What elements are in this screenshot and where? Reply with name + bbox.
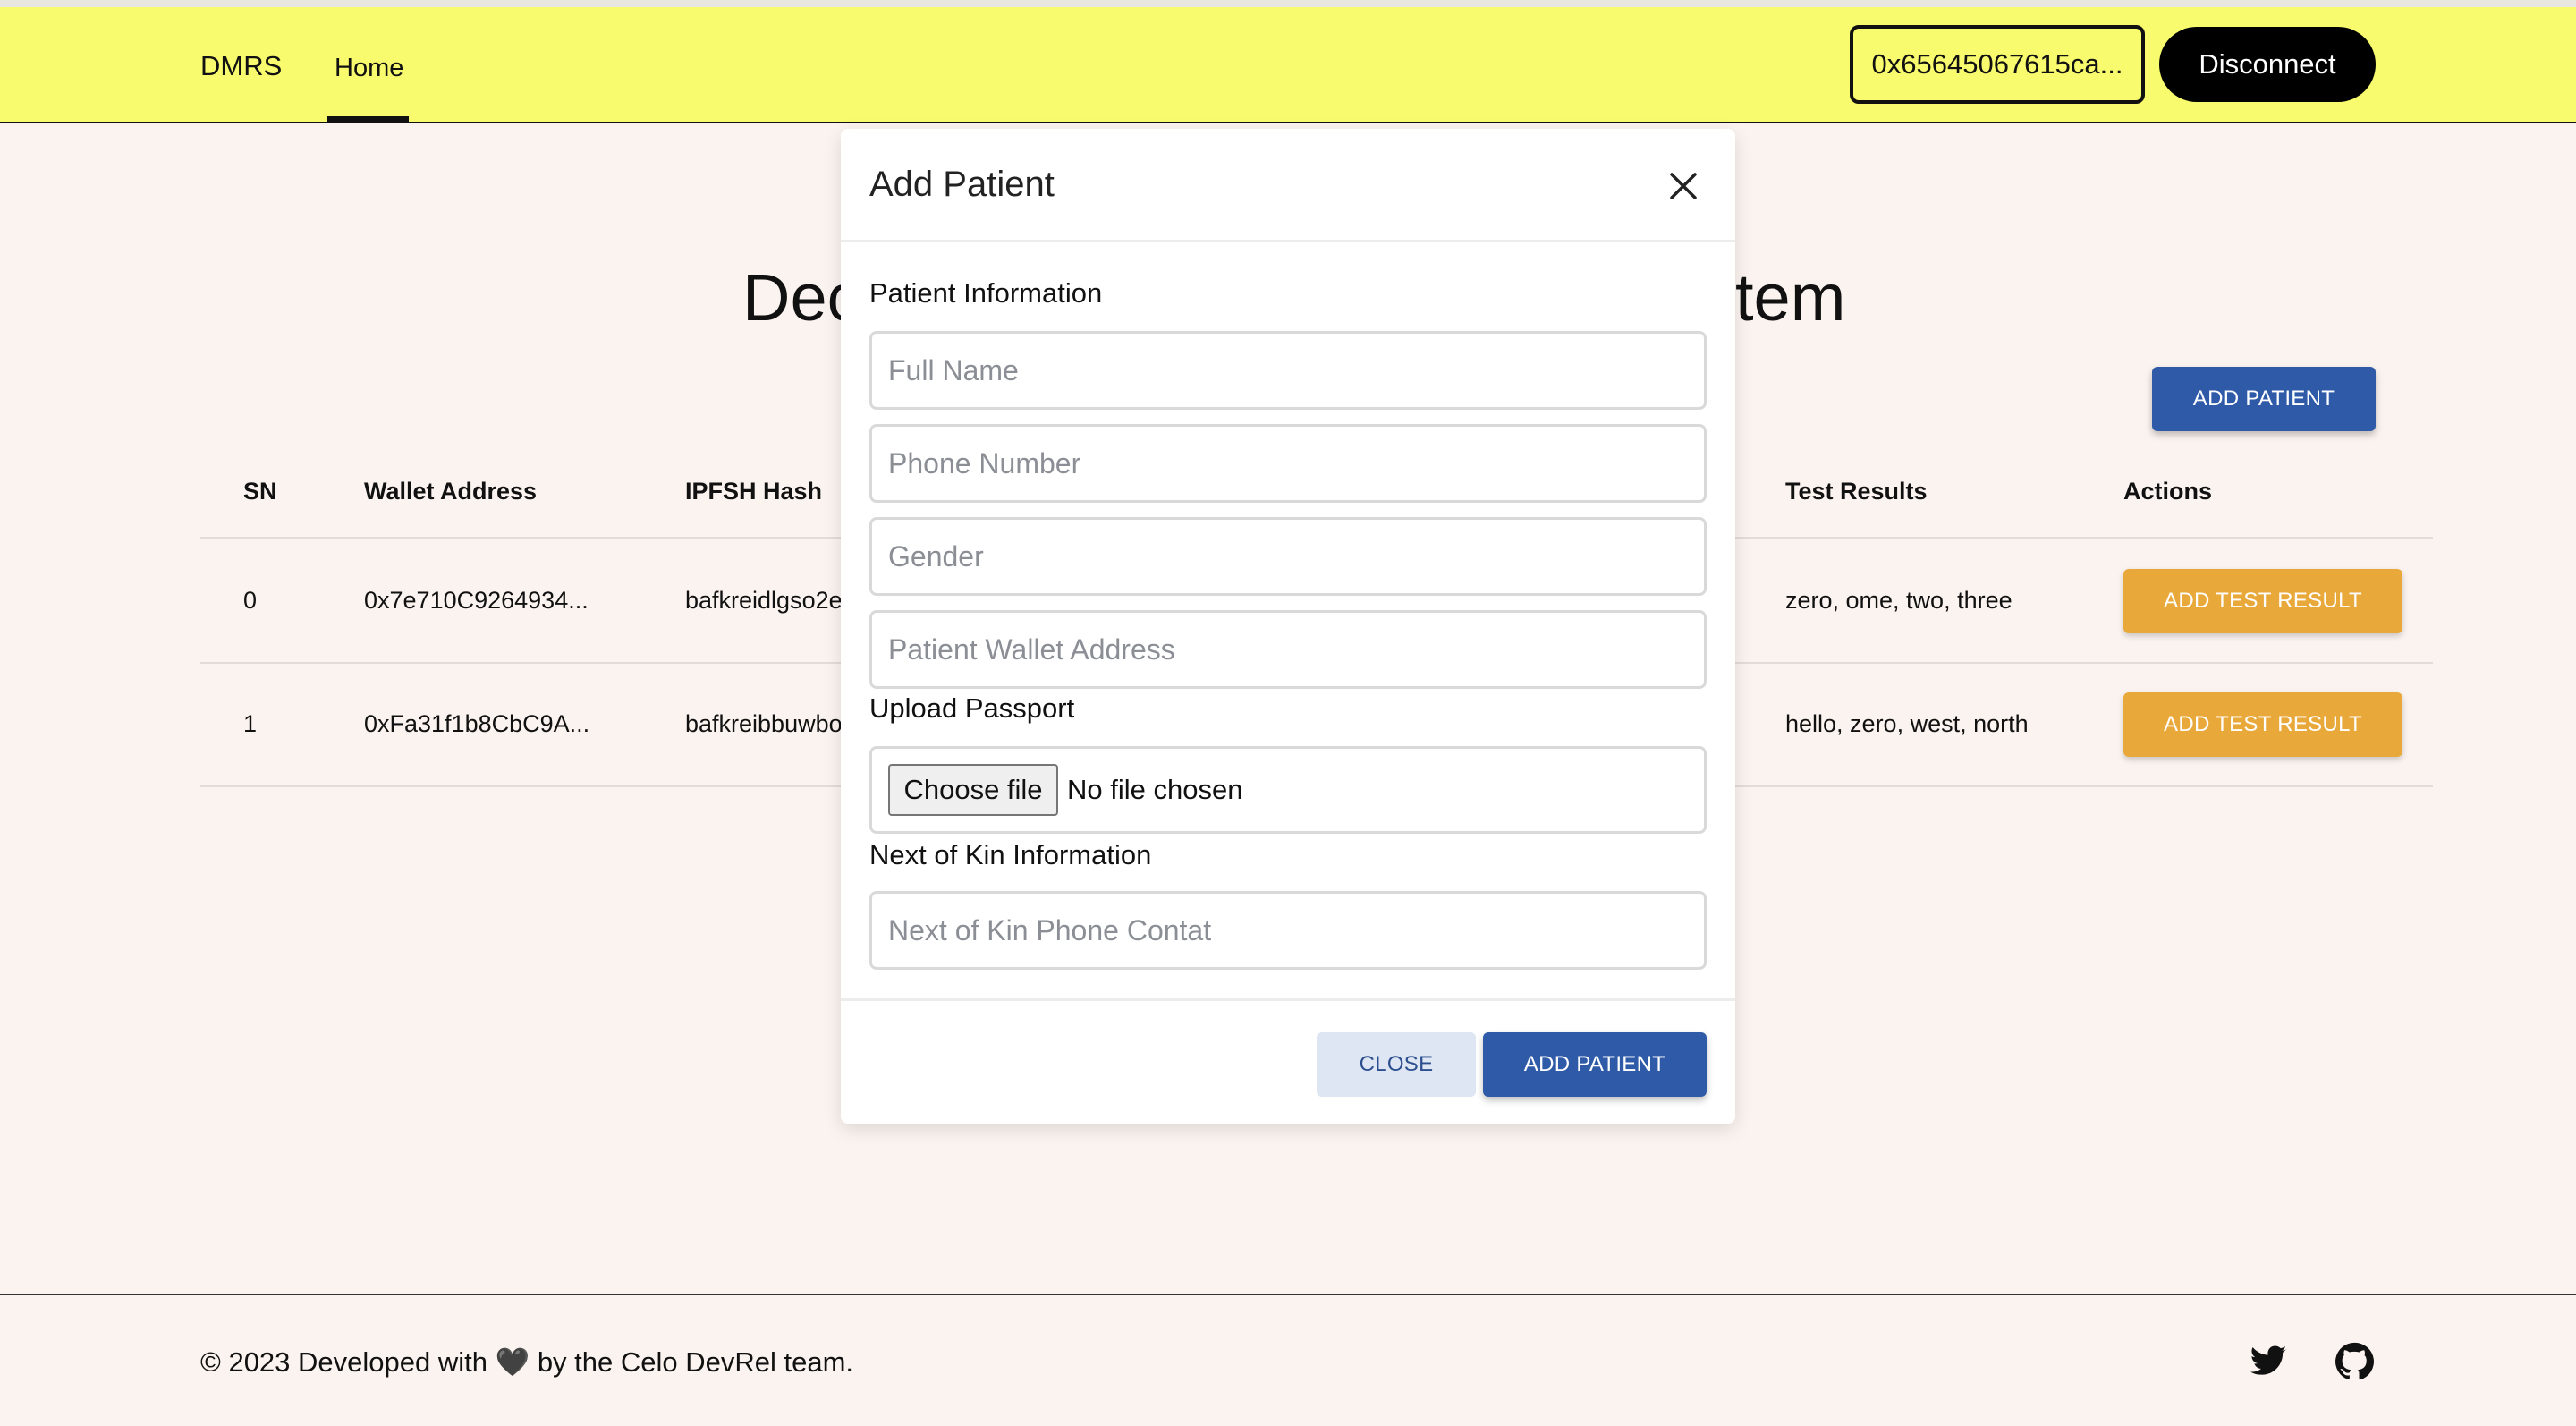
cell-ipfs: bafkreidlgso2e (685, 587, 843, 614)
kin-phone-input[interactable] (869, 891, 1707, 970)
submit-add-patient-button[interactable]: ADD PATIENT (1483, 1032, 1707, 1097)
modal-title: Add Patient (869, 165, 1055, 204)
column-header-wallet: Wallet Address (364, 478, 538, 505)
patient-wallet-input[interactable] (869, 610, 1707, 689)
github-icon[interactable] (2334, 1342, 2374, 1381)
column-header-ipfs: IPFSH Hash (685, 478, 823, 505)
add-test-result-button[interactable]: ADD TEST RESULT (2123, 692, 2402, 757)
page-title-right: tem (1735, 260, 1846, 335)
cell-ipfs: bafkreibbuwbo (685, 710, 843, 737)
passport-file-input: Choose file No file chosen (869, 746, 1707, 834)
cell-wallet: 0x7e710C9264934... (364, 587, 589, 614)
footer-divider (0, 1294, 2576, 1295)
wallet-address-button[interactable]: 0x65645067615ca... (1850, 25, 2145, 104)
upload-passport-label: Upload Passport (869, 692, 1075, 724)
kin-info-label: Next of Kin Information (869, 839, 1152, 870)
choose-file-button[interactable]: Choose file (888, 764, 1058, 816)
add-patient-modal: Add Patient Patient Information Upload P… (841, 129, 1735, 1124)
modal-footer-divider (841, 998, 1735, 1001)
cell-test-results: zero, ome, two, three (1785, 587, 2012, 614)
navbar: DMRS Home 0x65645067615ca... Disconnect (0, 7, 2576, 123)
phone-number-input[interactable] (869, 424, 1707, 503)
patient-info-label: Patient Information (869, 277, 1103, 309)
gender-input[interactable] (869, 517, 1707, 596)
modal-header-divider (841, 240, 1735, 242)
cell-wallet: 0xFa31f1b8CbC9A... (364, 710, 590, 737)
brand-logo[interactable]: DMRS (200, 50, 282, 82)
column-header-sn: SN (243, 478, 277, 505)
disconnect-button[interactable]: Disconnect (2159, 27, 2376, 102)
add-test-result-button[interactable]: ADD TEST RESULT (2123, 569, 2402, 633)
cell-sn: 0 (243, 587, 258, 614)
add-patient-button[interactable]: ADD PATIENT (2152, 367, 2376, 431)
footer-credit: © 2023 Developed with 🖤 by the Celo DevR… (200, 1346, 854, 1378)
cell-sn: 1 (243, 710, 258, 737)
full-name-input[interactable] (869, 331, 1707, 410)
column-header-actions: Actions (2123, 478, 2213, 505)
file-status: No file chosen (1067, 774, 1243, 805)
close-button[interactable]: CLOSE (1317, 1032, 1476, 1097)
cell-test-results: hello, zero, west, north (1785, 710, 2029, 737)
top-border (0, 0, 2576, 7)
twitter-icon[interactable] (2249, 1342, 2288, 1381)
column-header-test-results: Test Results (1785, 478, 1928, 505)
nav-active-indicator (327, 116, 409, 122)
close-icon[interactable] (1664, 166, 1703, 206)
nav-home-link[interactable]: Home (335, 54, 403, 83)
